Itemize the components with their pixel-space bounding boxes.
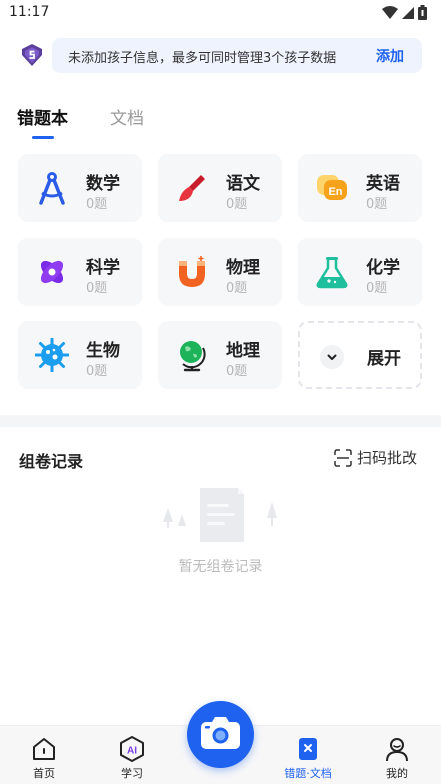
chevron-down-icon [327, 354, 337, 360]
svg-text:En: En [328, 186, 342, 198]
nav-label: 学习 [121, 767, 143, 780]
subject-name: 物理 [226, 258, 260, 278]
notebook-icon [299, 738, 317, 760]
tab-active-indicator [32, 136, 54, 139]
nav-profile[interactable]: 我的 [361, 736, 433, 781]
scan-icon [334, 448, 352, 467]
camera-icon [201, 717, 240, 749]
subject-count: 0题 [366, 197, 388, 212]
subject-name: 数学 [86, 174, 120, 194]
subject-name: 科学 [86, 258, 120, 278]
wifi-icon [382, 6, 398, 19]
battery-icon [418, 5, 427, 20]
subject-card-geography[interactable]: 地理 0题 [158, 321, 282, 389]
expand-label: 展开 [367, 349, 401, 369]
banner-text: 未添加孩子信息，最多可同时管理3个孩子数据 [68, 51, 337, 66]
scan-grade-button[interactable]: 扫码批改 [334, 447, 417, 468]
cell-icon [35, 338, 69, 372]
ai-icon: AI [120, 736, 144, 762]
user-icon [386, 738, 408, 762]
camera-button[interactable] [187, 701, 254, 768]
tab-documents[interactable]: 文档 [110, 104, 144, 129]
subject-card-chemistry[interactable]: 化学 0题 [298, 238, 422, 306]
subject-count: 0题 [226, 364, 248, 379]
subject-count: 0题 [86, 281, 108, 296]
subject-count: 0题 [366, 281, 388, 296]
nav-label: 错题·文档 [284, 767, 332, 780]
subject-count: 0题 [86, 197, 108, 212]
nav-home[interactable]: 首页 [8, 736, 80, 781]
status-bar: 11:17 [0, 0, 441, 26]
add-child-button[interactable]: 添加 [376, 46, 404, 66]
home-icon [33, 738, 55, 760]
nav-study[interactable]: AI 学习 [96, 736, 168, 781]
empty-records-text: 暂无组卷记录 [178, 559, 263, 575]
vip-badge-icon[interactable] [20, 43, 44, 67]
subject-count: 0题 [226, 281, 248, 296]
subject-name: 英语 [366, 174, 400, 194]
svg-text:AI: AI [127, 746, 137, 757]
subject-card-science[interactable]: 科学 0题 [18, 238, 142, 306]
section-divider [0, 415, 441, 427]
magnet-icon [179, 256, 205, 287]
subject-card-chinese[interactable]: 语文 0题 [158, 154, 282, 222]
english-icon: En [317, 175, 347, 200]
signal-icon [402, 6, 414, 19]
flask-icon [316, 257, 348, 289]
nav-label: 我的 [386, 767, 408, 780]
records-title: 组卷记录 [19, 452, 84, 471]
compass-icon [39, 172, 65, 205]
subject-name: 生物 [86, 341, 120, 361]
subject-count: 0题 [86, 364, 108, 379]
brush-icon [179, 175, 205, 201]
child-info-banner: 未添加孩子信息，最多可同时管理3个孩子数据 添加 [52, 38, 422, 73]
subject-name: 化学 [366, 258, 400, 278]
subject-name: 地理 [226, 341, 260, 361]
status-time: 11:17 [9, 4, 50, 20]
subject-name: 语文 [226, 174, 260, 194]
subject-card-english[interactable]: En 英语 0题 [298, 154, 422, 222]
subject-card-physics[interactable]: 物理 0题 [158, 238, 282, 306]
nav-label: 首页 [33, 767, 55, 780]
tab-mistake-book[interactable]: 错题本 [17, 104, 68, 129]
globe-icon [180, 341, 206, 372]
nav-mistakes-docs[interactable]: 错题·文档 [272, 736, 344, 781]
subject-card-math[interactable]: 数学 0题 [18, 154, 142, 222]
subject-count: 0题 [226, 197, 248, 212]
empty-document-icon [163, 488, 277, 542]
subject-card-biology[interactable]: 生物 0题 [18, 321, 142, 389]
atom-icon [40, 260, 64, 284]
expand-subjects-button[interactable]: 展开 [298, 321, 422, 389]
scan-label: 扫码批改 [357, 449, 418, 467]
